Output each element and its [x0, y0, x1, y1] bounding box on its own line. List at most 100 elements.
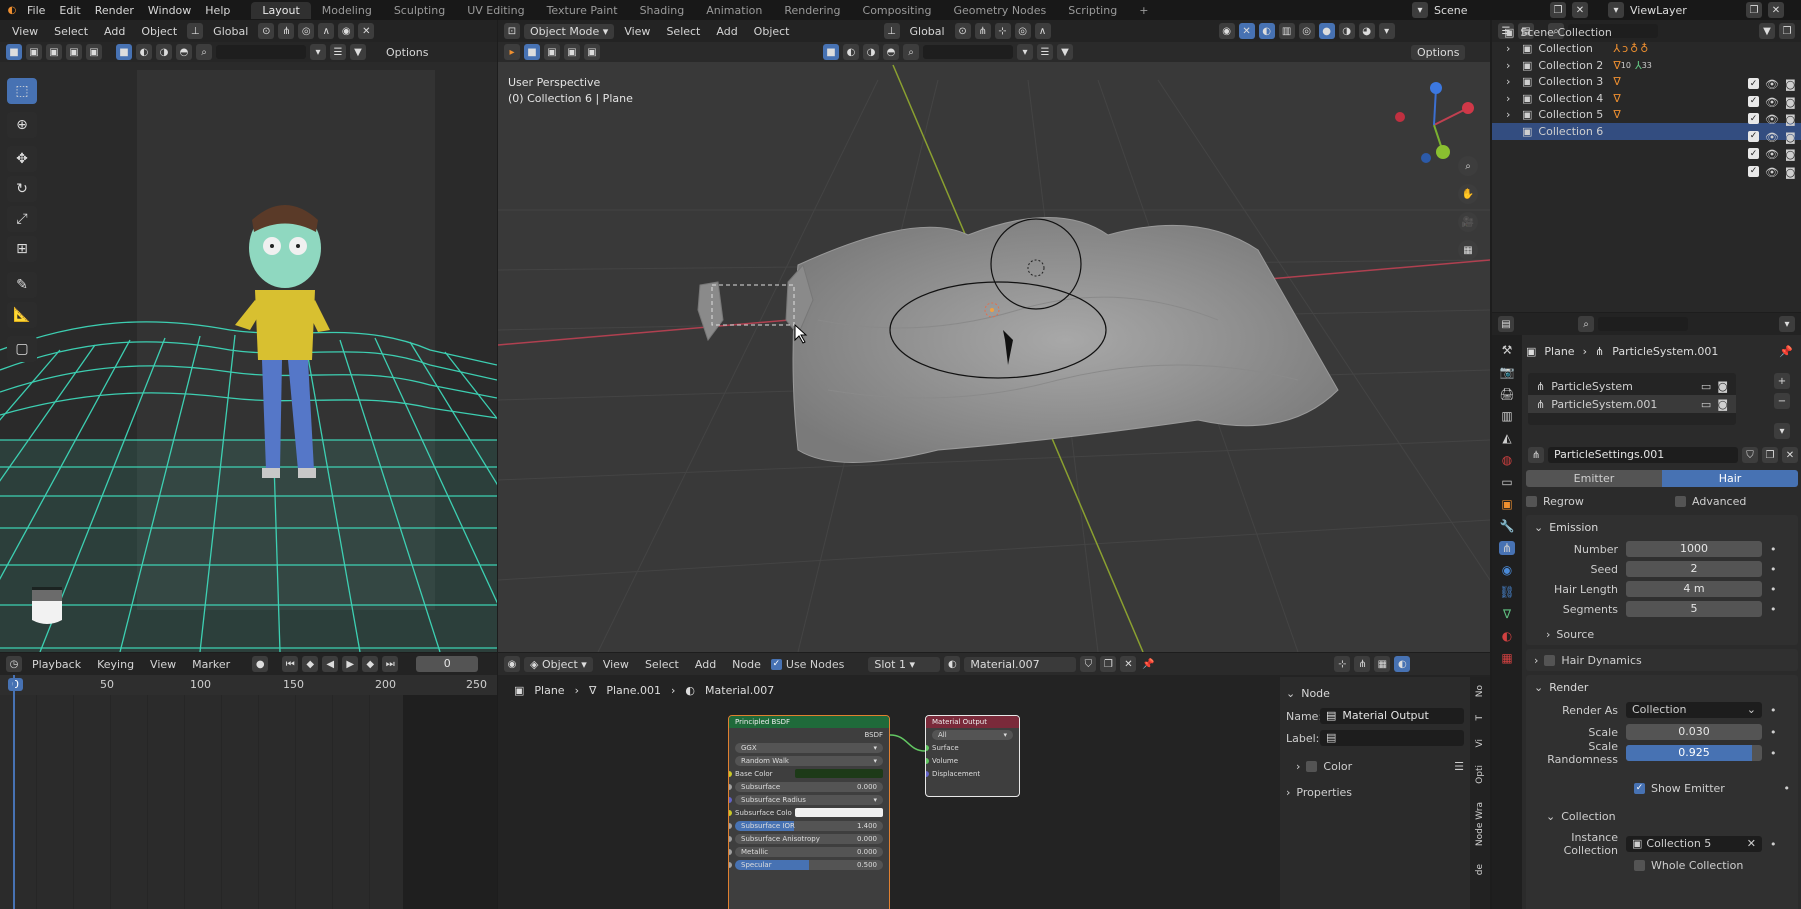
measure-tool-icon[interactable]: 📐: [7, 302, 37, 328]
color-presets-icon[interactable]: ☰: [1454, 760, 1464, 773]
emission-title[interactable]: Emission: [1549, 521, 1598, 534]
main-search-icon[interactable]: ⌕: [903, 44, 919, 60]
marker-menu[interactable]: Marker: [186, 658, 236, 671]
main-shading-material-icon[interactable]: ◑: [863, 44, 879, 60]
exclude-checkbox[interactable]: ✓: [1748, 78, 1759, 89]
left-add-menu[interactable]: Add: [98, 25, 131, 38]
eye-icon[interactable]: 👁: [1765, 96, 1779, 109]
keyframe-dot-icon[interactable]: •: [1784, 782, 1791, 795]
expand-arrow-icon[interactable]: ›: [1506, 59, 1510, 72]
scene-icon[interactable]: ▾: [1412, 2, 1428, 18]
collection-tab-icon[interactable]: ▭: [1501, 475, 1512, 489]
menu-file[interactable]: File: [20, 4, 52, 17]
camera-view-icon[interactable]: 🎥: [1458, 212, 1478, 232]
gizmo-toggle-icon[interactable]: ✕: [358, 23, 375, 39]
render-chevron-icon[interactable]: ⌄: [1534, 681, 1543, 694]
left-view-menu[interactable]: View: [6, 25, 44, 38]
left-search-icon[interactable]: ⌕: [196, 44, 212, 60]
emission-chevron-icon[interactable]: ⌄: [1534, 521, 1543, 534]
frame-ruler[interactable]: 0 50 100 150 200 250: [0, 675, 497, 695]
texture-tab-icon[interactable]: ▦: [1501, 651, 1512, 665]
keyframe-dot-icon[interactable]: •: [1770, 563, 1777, 576]
scene-tab-icon[interactable]: ◭: [1502, 431, 1511, 445]
hair-dynamics-checkbox[interactable]: [1544, 654, 1556, 666]
remove-particle-system-icon[interactable]: −: [1774, 393, 1790, 409]
tab-rendering[interactable]: Rendering: [773, 2, 851, 19]
left-dropdown-icon[interactable]: ▾: [310, 44, 326, 60]
render-toggle-icon[interactable]: ◙: [1717, 380, 1728, 393]
scale-randomness-slider[interactable]: 0.925: [1626, 745, 1762, 761]
tool-tab-icon[interactable]: ⚒: [1502, 343, 1513, 357]
main-select-new-icon[interactable]: ■: [524, 44, 540, 60]
main-shading-render-icon[interactable]: ◓: [883, 44, 899, 60]
left-shading-icon[interactable]: ■: [116, 44, 132, 60]
expand-arrow-icon[interactable]: ›: [1506, 108, 1510, 121]
main-snap-target-icon[interactable]: ⊹: [994, 23, 1011, 39]
tab-sculpting[interactable]: Sculpting: [383, 2, 456, 19]
material-shading-icon[interactable]: ◑: [1338, 23, 1355, 39]
main-view-menu[interactable]: View: [618, 25, 656, 38]
menu-render[interactable]: Render: [88, 4, 141, 17]
properties-chevron-icon[interactable]: ›: [1286, 786, 1290, 799]
keyframe-dot-icon[interactable]: •: [1770, 583, 1777, 596]
viewport-display-icon[interactable]: ▭: [1701, 398, 1711, 411]
scene-copy-icon[interactable]: ❐: [1550, 2, 1566, 18]
collection-chevron-icon[interactable]: ⌄: [1546, 810, 1555, 823]
node-name-field[interactable]: ▤ Material Output: [1320, 708, 1464, 724]
keyframe-dot-icon[interactable]: •: [1770, 603, 1777, 616]
properties-options-icon[interactable]: ▾: [1779, 316, 1795, 332]
properties-search-input[interactable]: [1598, 317, 1688, 331]
select-mode-extend-icon[interactable]: ▣: [26, 44, 42, 60]
list-menu-icon[interactable]: ▾: [1774, 423, 1790, 439]
select-mode-subtract-icon[interactable]: ▣: [46, 44, 62, 60]
tab-modeling[interactable]: Modeling: [311, 2, 383, 19]
main-falloff-icon[interactable]: ∧: [1034, 23, 1051, 39]
particle-system-001-row[interactable]: ⋔ ParticleSystem.001 ▭ ◙: [1528, 395, 1736, 413]
view-layer-name[interactable]: ViewLayer: [1630, 4, 1740, 17]
tool-settings-toggle-icon[interactable]: ▸: [504, 44, 520, 60]
settings-browse-icon[interactable]: ⋔: [1528, 447, 1544, 463]
left-orientation[interactable]: Global: [207, 25, 254, 38]
keyframe-dot-icon[interactable]: •: [1770, 543, 1777, 556]
main-snap-icon[interactable]: ⋔: [974, 23, 991, 39]
sidebar-tab-view[interactable]: Vi: [1475, 739, 1485, 747]
tab-geometry-nodes[interactable]: Geometry Nodes: [942, 2, 1057, 19]
timeline-editor[interactable]: ◷ Playback Keying View Marker ● ⏮ ◆ ◀ ▶ …: [0, 653, 497, 909]
proportional-icon[interactable]: ◎: [298, 23, 315, 39]
render-as-dropdown[interactable]: Collection ⌄: [1626, 702, 1762, 718]
properties-search-icon[interactable]: ⌕: [1578, 316, 1594, 332]
wireframe-shading-icon[interactable]: ◎: [1298, 23, 1315, 39]
properties-section[interactable]: Properties: [1296, 786, 1352, 799]
add-cube-tool-icon[interactable]: ▢: [7, 336, 37, 362]
left-list-icon[interactable]: ☰: [330, 44, 346, 60]
exclude-checkbox[interactable]: ✓: [1748, 165, 1759, 177]
main-shading-icon[interactable]: ■: [823, 44, 839, 60]
camera-render-icon[interactable]: ◙: [1785, 166, 1796, 179]
physics-tab-icon[interactable]: ◉: [1502, 563, 1512, 577]
orientation-icon[interactable]: ⊥: [187, 23, 204, 39]
object-visibility-icon[interactable]: ◉: [1218, 23, 1235, 39]
modifier-tab-icon[interactable]: 🔧: [1500, 519, 1515, 533]
play-icon[interactable]: ▶: [342, 656, 359, 672]
properties-editor-type-icon[interactable]: ▤: [1498, 316, 1514, 332]
main-select-menu[interactable]: Select: [660, 25, 706, 38]
sidebar-tab-node-wrangler[interactable]: Node Wra: [1475, 802, 1485, 846]
viewlayer-close-icon[interactable]: ✕: [1768, 2, 1784, 18]
exclude-checkbox[interactable]: ✓: [1748, 130, 1759, 142]
regrow-checkbox[interactable]: [1526, 495, 1537, 507]
move-tool-icon[interactable]: ✥: [7, 146, 37, 172]
show-emitter-checkbox[interactable]: ✓: [1634, 782, 1645, 794]
hair-dynamics-chevron-icon[interactable]: ›: [1534, 654, 1538, 667]
hair-tab[interactable]: Hair: [1662, 470, 1798, 487]
left-options-label[interactable]: Options: [380, 46, 434, 59]
whole-collection-checkbox[interactable]: [1634, 859, 1645, 871]
jump-end-icon[interactable]: ⏭: [382, 656, 399, 672]
jump-start-icon[interactable]: ⏮: [282, 656, 299, 672]
expand-arrow-icon[interactable]: ›: [1506, 42, 1510, 55]
editor-type-icon[interactable]: ⊡: [504, 23, 520, 39]
xray-icon[interactable]: ▥: [1278, 23, 1295, 39]
tab-scripting[interactable]: Scripting: [1057, 2, 1128, 19]
add-workspace-icon[interactable]: +: [1128, 2, 1159, 19]
data-tab-icon[interactable]: ∇: [1503, 607, 1511, 621]
camera-render-icon[interactable]: ◙: [1785, 113, 1796, 126]
